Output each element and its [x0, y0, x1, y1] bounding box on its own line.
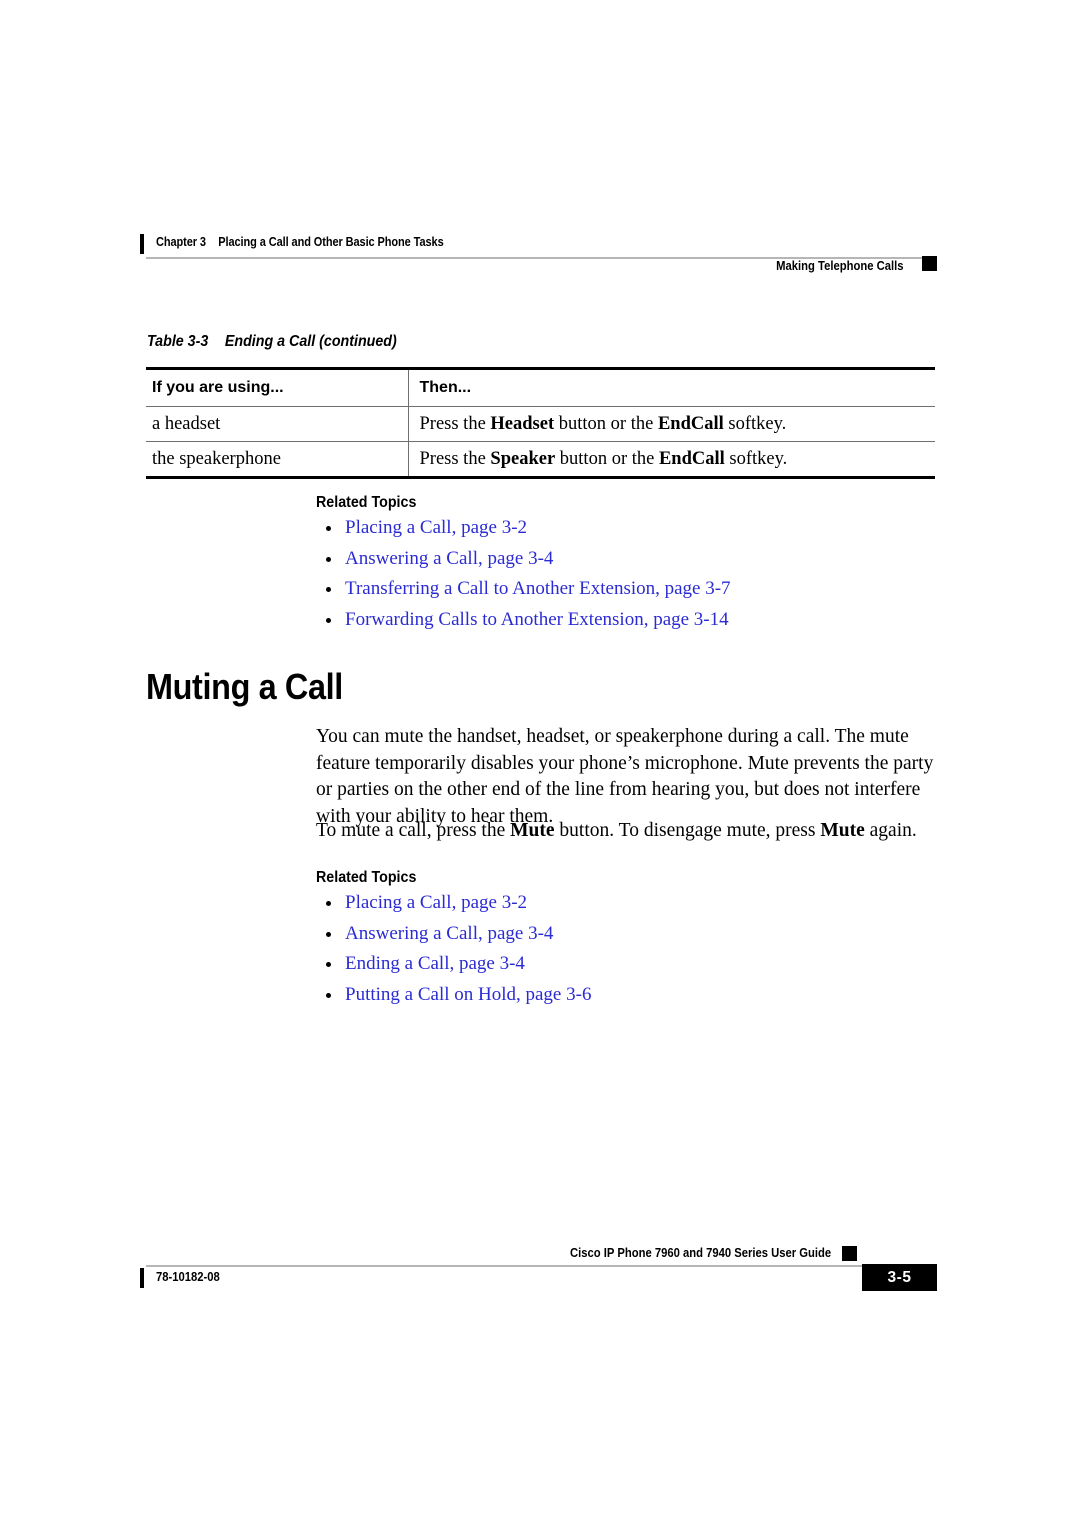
running-header: Chapter 3 Placing a Call and Other Basic … — [140, 232, 937, 292]
related-topic-link[interactable]: Forwarding Calls to Another Extension, p… — [345, 609, 729, 630]
list-item: Placing a Call, page 3-2 — [316, 892, 591, 923]
list-item: Ending a Call, page 3-4 — [316, 953, 591, 984]
table-cell-using: the speakerphone — [146, 441, 408, 479]
header-chapter-line: Chapter 3 Placing a Call and Other Basic … — [156, 235, 444, 249]
header-left-bar-icon — [140, 234, 144, 254]
bullet-icon — [326, 931, 331, 937]
bullet-icon — [326, 617, 331, 623]
bullet-icon — [326, 587, 331, 592]
then-bold-endcall: EndCall — [658, 448, 725, 469]
bullet-icon — [326, 992, 331, 998]
header-chapter-number: Chapter 3 — [156, 235, 206, 249]
footer-document-number: 78-10182-08 — [156, 1270, 220, 1284]
footer-guide-title: Cisco IP Phone 7960 and 7940 Series User… — [569, 1246, 831, 1260]
list-item: Forwarding Calls to Another Extension, p… — [316, 609, 731, 640]
list-item: Putting a Call on Hold, page 3-6 — [316, 984, 591, 1015]
para2-bold-mute-1: Mute — [510, 820, 555, 841]
related-topics-heading: Related Topics — [316, 494, 417, 511]
footer-left-bar-icon — [140, 1268, 144, 1288]
related-topic-link[interactable]: Placing a Call, page 3-2 — [345, 517, 527, 538]
then-prefix: Press the — [419, 448, 491, 469]
related-topic-link[interactable]: Placing a Call, page 3-2 — [345, 892, 527, 913]
table-row: the speakerphone Press the Speaker butto… — [146, 441, 935, 479]
table-column-header-using: If you are using... — [146, 367, 408, 407]
related-topic-link[interactable]: Answering a Call, page 3-4 — [345, 923, 553, 944]
body-paragraph-2: To mute a call, press the Mute button. T… — [316, 818, 938, 845]
related-topics-list: Placing a Call, page 3-2 Answering a Cal… — [316, 892, 591, 1014]
related-topic-link[interactable]: Transferring a Call to Another Extension… — [345, 578, 731, 599]
related-topics-list: Placing a Call, page 3-2 Answering a Cal… — [316, 517, 731, 639]
footer-page-number: 3-5 — [862, 1264, 937, 1291]
related-topic-link[interactable]: Putting a Call on Hold, page 3-6 — [345, 984, 591, 1005]
bullet-icon — [326, 962, 331, 967]
then-mid: button or the — [555, 448, 659, 469]
then-bold-speaker: Speaker — [490, 448, 556, 469]
bullet-icon — [326, 901, 331, 906]
page-footer: Cisco IP Phone 7960 and 7940 Series User… — [140, 1246, 937, 1306]
related-topics-heading: Related Topics — [316, 869, 417, 886]
list-item: Transferring a Call to Another Extension… — [316, 578, 731, 609]
footer-square-icon — [842, 1246, 857, 1261]
bullet-icon — [326, 526, 331, 531]
table-caption-number: Table 3-3 — [147, 333, 209, 350]
para2-suffix: again. — [864, 820, 917, 841]
table-row: a headset Press the Headset button or th… — [146, 406, 935, 442]
list-item: Answering a Call, page 3-4 — [316, 923, 591, 954]
table-caption: Table 3-3 Ending a Call (continued) — [147, 333, 397, 351]
related-topic-link[interactable]: Answering a Call, page 3-4 — [345, 548, 553, 569]
then-suffix: softkey. — [723, 413, 787, 434]
related-topic-link[interactable]: Ending a Call, page 3-4 — [345, 953, 525, 974]
table-caption-title: Ending a Call (continued) — [224, 333, 397, 350]
table-cell-using: a headset — [146, 406, 408, 442]
para2-prefix: To mute a call, press the — [316, 820, 511, 841]
then-mid: button or the — [554, 413, 658, 434]
ending-a-call-table: If you are using... Then... a headset Pr… — [146, 367, 935, 479]
document-page: Chapter 3 Placing a Call and Other Basic … — [0, 0, 1080, 1528]
then-suffix: softkey. — [724, 448, 788, 469]
footer-rule — [146, 1265, 937, 1267]
body-paragraph-1: You can mute the handset, headset, or sp… — [316, 726, 934, 827]
para2-bold-mute-2: Mute — [820, 820, 865, 841]
table-cell-then: Press the Speaker button or the EndCall … — [407, 441, 935, 479]
para2-mid: button. To disengage mute, press — [554, 820, 821, 841]
list-item: Answering a Call, page 3-4 — [316, 548, 731, 579]
table-column-header-then: Then... — [407, 367, 935, 407]
list-item: Placing a Call, page 3-2 — [316, 517, 731, 548]
page-title: Muting a Call — [146, 666, 343, 707]
table-header-row: If you are using... Then... — [146, 367, 935, 407]
then-bold-headset: Headset — [490, 413, 555, 434]
header-chapter-title: Placing a Call and Other Basic Phone Tas… — [218, 235, 444, 249]
table-cell-then: Press the Headset button or the EndCall … — [407, 406, 935, 442]
bullet-icon — [326, 556, 331, 562]
header-section-title: Making Telephone Calls — [775, 259, 903, 273]
then-prefix: Press the — [419, 413, 491, 434]
then-bold-endcall: EndCall — [657, 413, 724, 434]
header-square-icon — [922, 256, 937, 271]
